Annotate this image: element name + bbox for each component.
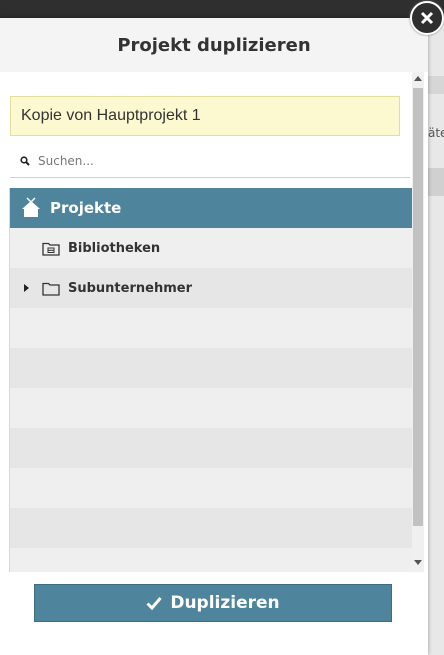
- empty-row: [10, 308, 412, 348]
- close-icon: [420, 11, 434, 25]
- duplicate-button[interactable]: Duplizieren: [34, 584, 392, 622]
- scroll-down-icon[interactable]: [414, 560, 422, 565]
- background-text-fragment: äte: [428, 126, 444, 140]
- tree-item-bibliotheken[interactable]: Bibliotheken: [10, 228, 412, 268]
- search-icon: [20, 155, 30, 166]
- empty-row: [10, 428, 412, 468]
- library-folder-icon: [42, 242, 60, 256]
- empty-row: [10, 468, 412, 508]
- scrollbar-thumb[interactable]: [413, 88, 423, 526]
- dialog-footer: Duplizieren: [0, 572, 428, 655]
- empty-row: [10, 508, 412, 548]
- project-name-value: Kopie von Hauptprojekt 1: [21, 107, 201, 124]
- home-icon: [22, 197, 40, 217]
- dialog-body: Kopie von Hauptprojekt 1 Projekte: [0, 72, 428, 572]
- search-bar: [10, 144, 410, 178]
- dialog-header: Projekt duplizieren: [0, 18, 428, 72]
- dialog-title: Projekt duplizieren: [117, 34, 311, 56]
- background-strip: [428, 168, 444, 196]
- check-icon: [146, 597, 162, 610]
- expand-caret-icon[interactable]: [23, 283, 31, 293]
- folder-tree: Projekte Bibliotheken Subunternehmer: [9, 188, 412, 572]
- tree-item-label: Bibliotheken: [68, 240, 161, 256]
- vertical-scrollbar[interactable]: [412, 72, 424, 572]
- tree-root-projects[interactable]: Projekte: [10, 188, 412, 228]
- background-strip: [428, 76, 444, 94]
- empty-row: [10, 348, 412, 388]
- empty-row: [10, 388, 412, 428]
- background-top-bar: [0, 0, 444, 18]
- duplicate-project-dialog: Projekt duplizieren Kopie von Hauptproje…: [0, 18, 428, 655]
- project-name-field[interactable]: Kopie von Hauptprojekt 1: [10, 96, 400, 136]
- tree-root-label: Projekte: [50, 199, 122, 217]
- background-page: äte: [428, 18, 444, 655]
- folder-icon: [42, 282, 60, 296]
- scroll-up-icon[interactable]: [414, 76, 422, 81]
- empty-row: [10, 548, 412, 572]
- tree-item-subunternehmer[interactable]: Subunternehmer: [10, 268, 412, 308]
- close-button[interactable]: [410, 1, 444, 35]
- search-input[interactable]: [36, 152, 380, 169]
- duplicate-button-label: Duplizieren: [170, 593, 280, 613]
- tree-item-label: Subunternehmer: [68, 280, 192, 296]
